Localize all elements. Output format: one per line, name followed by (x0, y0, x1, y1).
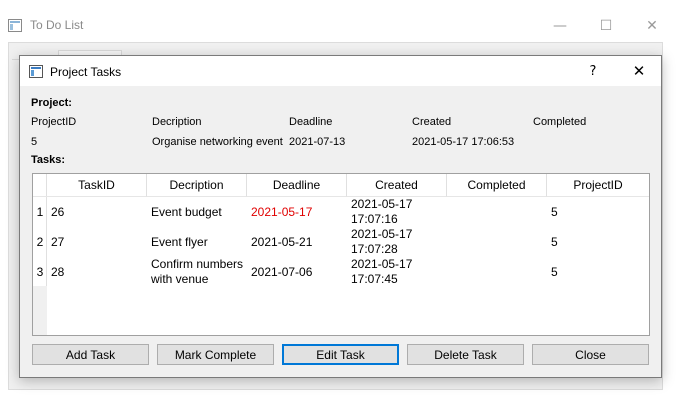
app-window-icon (8, 19, 22, 32)
cell-deadline[interactable]: 2021-05-21 (251, 235, 312, 249)
cell-created-date[interactable]: 2021-05-17 (351, 227, 412, 241)
project-value-deadline: 2021-07-13 (289, 136, 346, 148)
cell-projectid[interactable]: 5 (551, 205, 558, 219)
tasks-table[interactable]: 1 2 3 TaskID Decription Deadline Created… (32, 173, 650, 336)
cell-deadline-overdue[interactable]: 2021-05-17 (251, 205, 312, 219)
project-header-deadline: Deadline (289, 116, 333, 128)
cell-deadline[interactable]: 2021-07-06 (251, 265, 312, 279)
cell-projectid[interactable]: 5 (551, 235, 558, 249)
row-number[interactable]: 2 (33, 235, 47, 249)
maximize-icon[interactable]: ☐ (583, 12, 629, 40)
cell-taskid[interactable]: 28 (51, 265, 64, 279)
cell-created-date[interactable]: 2021-05-17 (351, 197, 412, 211)
help-icon[interactable]: ? (578, 60, 608, 82)
row-header-empty-area (33, 286, 47, 335)
cell-created-time[interactable]: 17:07:16 (351, 212, 398, 226)
column-header-projectid[interactable]: ProjectID (547, 174, 649, 197)
project-header-created: Created (412, 116, 452, 128)
project-tasks-dialog: Project Tasks ? ✕ Project: ProjectID Dec… (19, 55, 662, 378)
project-value-created: 2021-05-17 17:06:53 (412, 136, 515, 148)
cell-created-time[interactable]: 17:07:28 (351, 242, 398, 256)
cell-description-line1[interactable]: Confirm numbers (151, 257, 243, 271)
add-task-button[interactable]: Add Task (32, 344, 149, 365)
cell-projectid[interactable]: 5 (551, 265, 558, 279)
column-header-created[interactable]: Created (347, 174, 447, 197)
cell-created-date[interactable]: 2021-05-17 (351, 257, 412, 271)
dialog-window-icon (29, 65, 43, 78)
column-header-taskid[interactable]: TaskID (47, 174, 147, 197)
row-header-column: 1 2 3 (33, 174, 47, 335)
row-number[interactable]: 1 (33, 205, 47, 219)
column-header-description[interactable]: Decription (147, 174, 247, 197)
table-corner-button[interactable] (33, 174, 47, 197)
project-header-description: Decription (152, 116, 202, 128)
project-header-completed: Completed (533, 116, 587, 128)
edit-task-button[interactable]: Edit Task (282, 344, 399, 365)
project-header-projectid: ProjectID (31, 116, 77, 128)
minimize-icon[interactable]: — (537, 12, 583, 40)
column-header-completed[interactable]: Completed (447, 174, 547, 197)
cell-created-time[interactable]: 17:07:45 (351, 272, 398, 286)
project-value-projectid: 5 (31, 136, 38, 148)
row-number[interactable]: 3 (33, 265, 47, 279)
cell-description-line2[interactable]: with venue (151, 272, 208, 286)
dialog-close-icon[interactable]: ✕ (620, 59, 658, 83)
cell-description[interactable]: Event budget (151, 205, 222, 219)
cell-taskid[interactable]: 27 (51, 235, 64, 249)
cell-description[interactable]: Event flyer (151, 235, 208, 249)
project-section-label: Project: (31, 97, 72, 109)
main-window-titlebar: To Do List — ☐ ✕ (0, 0, 680, 42)
project-value-description: Organise networking event (152, 136, 283, 148)
mark-complete-button[interactable]: Mark Complete (157, 344, 274, 365)
close-button[interactable]: Close (532, 344, 649, 365)
dialog-titlebar: Project Tasks ? ✕ (20, 56, 661, 86)
delete-task-button[interactable]: Delete Task (407, 344, 524, 365)
tasks-section-label: Tasks: (31, 154, 66, 166)
close-icon[interactable]: ✕ (629, 12, 675, 40)
cell-taskid[interactable]: 26 (51, 205, 64, 219)
dialog-title: Project Tasks (50, 65, 122, 79)
main-window-title: To Do List (30, 18, 84, 32)
column-header-deadline[interactable]: Deadline (247, 174, 347, 197)
